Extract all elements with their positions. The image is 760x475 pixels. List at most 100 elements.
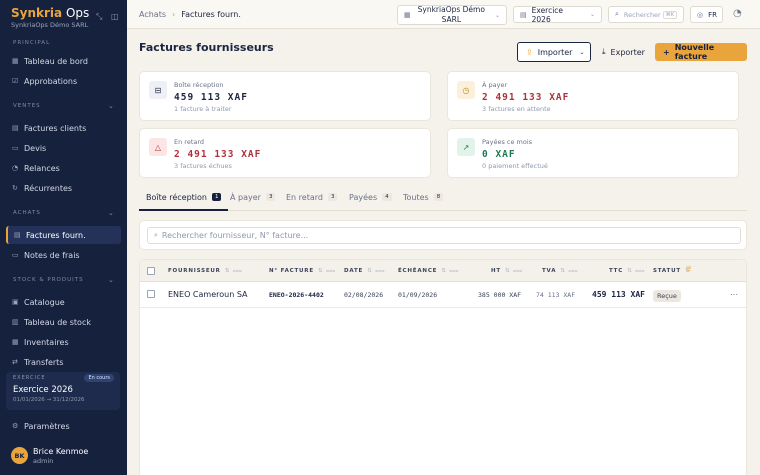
stat-card-inbox[interactable]: ⊟ Boîte réception 459 113 XAF 1 facture …	[139, 71, 431, 121]
trend-up-icon: ↗	[457, 138, 475, 156]
sort-icon: ⇅ ⩶	[504, 268, 524, 274]
import-button[interactable]: ⇪ Importer ⌄	[517, 42, 591, 62]
sidebar-item-settings[interactable]: ⚙ Paramètres	[6, 417, 121, 435]
sort-icon: ⇅ ⩶	[441, 268, 460, 274]
col-status[interactable]: STATUT ⇅	[653, 268, 690, 274]
exercise-dates: 01/01/2026 → 31/12/2026	[13, 397, 85, 403]
brand-logo[interactable]: Synkria Ops	[11, 6, 89, 20]
col-date[interactable]: DATE ⇅ ⩶	[344, 268, 385, 275]
col-ht[interactable]: HT ⇅ ⩶	[491, 268, 523, 275]
tab-to-pay[interactable]: À payer 3	[230, 191, 276, 211]
section-principal: PRINCIPAL	[13, 40, 51, 46]
sidebar-item-approvals[interactable]: ☑ Approbations	[6, 72, 121, 90]
row-checkbox[interactable]	[147, 290, 155, 298]
cell-ttc: 459 113 XAF	[592, 290, 645, 299]
col-ttc[interactable]: TTC ⇅ ⩶	[609, 268, 645, 275]
file-icon: ▭	[12, 144, 19, 152]
sidebar-item-supplier-invoices[interactable]: ▤ Factures fourn.	[6, 226, 121, 244]
col-tva[interactable]: TVA ⇅ ⩶	[542, 268, 578, 275]
status-badge: Reçue	[653, 290, 681, 302]
breadcrumb-parent[interactable]: Achats	[139, 10, 166, 19]
col-supplier[interactable]: FOURNISSEUR ⇅ ⩶	[168, 268, 243, 275]
section-ventes[interactable]: VENTES ⌄	[13, 102, 114, 110]
collapse-arrows-icon[interactable]: ⤡	[96, 12, 102, 22]
export-button[interactable]: ⤓ Exporter	[594, 43, 650, 61]
search-input[interactable]: ⌕ Rechercher fournisseur, N° facture...	[147, 227, 741, 244]
globe-icon: ◎	[697, 10, 704, 19]
row-actions-icon[interactable]: ⋯	[730, 290, 738, 299]
tab-paid[interactable]: Payées 4	[349, 191, 392, 211]
search-icon: ⌕	[615, 10, 619, 18]
new-invoice-button[interactable]: + Nouvelle facture	[655, 43, 747, 61]
user-name: Brice Kenmoe	[33, 447, 89, 456]
sidebar: Synkria Ops SynkriaOps Démo SARL ⤡ ◫ PRI…	[0, 0, 127, 475]
section-stock[interactable]: STOCK & PRODUITS ⌄	[13, 276, 114, 284]
select-all-checkbox[interactable]	[147, 267, 155, 275]
exercise-status-badge: En cours	[84, 374, 114, 382]
bell-icon: ◔	[12, 164, 19, 172]
cell-ht: 385 000 XAF	[478, 291, 522, 299]
sidebar-item-recurring[interactable]: ↻ Récurrentes	[6, 179, 121, 197]
swap-icon: ⇄	[12, 358, 18, 366]
breadcrumb: Achats › Factures fourn.	[139, 10, 241, 19]
document-icon: ▤	[12, 124, 19, 132]
stat-value: 459 113 XAF	[174, 92, 248, 103]
stat-value: 0 XAF	[482, 149, 516, 160]
stat-card-to-pay[interactable]: ◷ À payer 2 491 133 XAF 3 factures en at…	[447, 71, 739, 121]
sort-icon: ⇅ ⩶	[224, 268, 243, 274]
stat-value: 2 491 133 XAF	[482, 92, 570, 103]
sidebar-toggle-icon[interactable]: ◫	[111, 12, 119, 21]
cell-date: 02/08/2026	[344, 291, 384, 299]
stat-card-overdue[interactable]: △ En retard 2 491 133 XAF 3 factures éch…	[139, 128, 431, 178]
language-selector[interactable]: ◎ FR	[690, 6, 723, 23]
sidebar-item-dashboard[interactable]: ▦ Tableau de bord	[6, 52, 121, 70]
sort-icon: ⇅ ⩶	[367, 268, 386, 274]
page-title: Factures fournisseurs	[139, 41, 274, 54]
chevron-down-icon[interactable]: ⌄	[108, 102, 115, 110]
stat-value: 2 491 133 XAF	[174, 149, 262, 160]
col-number[interactable]: N° FACTURE ⇅ ⩶	[269, 268, 336, 275]
sidebar-item-inventories[interactable]: ▦ Inventaires	[6, 333, 121, 351]
sidebar-item-transfers[interactable]: ⇄ Transferts	[6, 353, 121, 371]
global-search-input[interactable]: ⌕ Rechercher ⌘K	[608, 6, 684, 23]
sidebar-item-reminders[interactable]: ◔ Relances	[6, 159, 121, 177]
exercise-dropdown[interactable]: ▤ Exercice 2026 ⌄	[513, 6, 602, 24]
wallet-icon: ▭	[12, 251, 19, 259]
filter-icon[interactable]: ⩸	[686, 264, 691, 274]
bell-icon[interactable]: ◔	[733, 8, 742, 19]
sidebar-item-catalogue[interactable]: ▣ Catalogue	[6, 293, 121, 311]
clock-icon: ◷	[457, 81, 475, 99]
company-selector[interactable]: ▦ SynkriaOps Démo SARL ⌄	[397, 5, 507, 25]
table-header: FOURNISSEUR ⇅ ⩶ N° FACTURE ⇅ ⩶ DATE ⇅ ⩶ ÉCH…	[140, 260, 746, 282]
building-icon: ▦	[404, 11, 411, 19]
tab-inbox[interactable]: Boîte réception 1	[139, 191, 229, 211]
tab-overdue[interactable]: En retard 3	[286, 191, 338, 211]
table-row[interactable]: ENEO Cameroun SA ENEO-2026-4402 02/08/20…	[140, 282, 746, 308]
tab-all[interactable]: Toutes 8	[403, 191, 444, 211]
sort-icon: ⇅ ⩶	[317, 268, 337, 274]
sidebar-item-expense-notes[interactable]: ▭ Notes de frais	[6, 246, 121, 264]
chevron-down-icon[interactable]: ⌄	[108, 276, 115, 284]
upload-icon: ⇪	[526, 47, 533, 57]
check-icon: ☑	[12, 77, 19, 85]
exercise-label: EXERCICE	[13, 375, 46, 381]
col-due[interactable]: ÉCHÉANCE ⇅ ⩶	[398, 268, 459, 275]
sidebar-item-customer-invoices[interactable]: ▤ Factures clients	[6, 119, 121, 137]
box-icon: ▣	[12, 298, 19, 306]
shortcut-hint: ⌘K	[662, 10, 677, 19]
repeat-icon: ↻	[12, 184, 18, 192]
sidebar-item-quotes[interactable]: ▭ Devis	[6, 139, 121, 157]
sidebar-item-stock-board[interactable]: ▥ Tableau de stock	[6, 313, 121, 331]
inbox-icon: ⊟	[149, 81, 167, 99]
plus-icon: +	[663, 47, 670, 57]
calendar-icon: ▤	[520, 10, 527, 19]
sort-icon: ⇅ ⩶	[560, 268, 579, 274]
chevron-down-icon: ⌄	[494, 11, 500, 19]
cell-number: ENEO-2026-4402	[269, 291, 324, 299]
brand-company: SynkriaOps Démo SARL	[11, 21, 89, 29]
stat-card-paid[interactable]: ↗ Payées ce mois 0 XAF 0 paiement effect…	[447, 128, 739, 178]
section-achats[interactable]: ACHATS ⌄	[13, 209, 114, 217]
exercise-selector[interactable]: EXERCICE En cours Exercice 2026 01/01/20…	[6, 372, 120, 410]
cell-supplier[interactable]: ENEO Cameroun SA	[168, 290, 248, 299]
chevron-down-icon[interactable]: ⌄	[108, 209, 115, 217]
